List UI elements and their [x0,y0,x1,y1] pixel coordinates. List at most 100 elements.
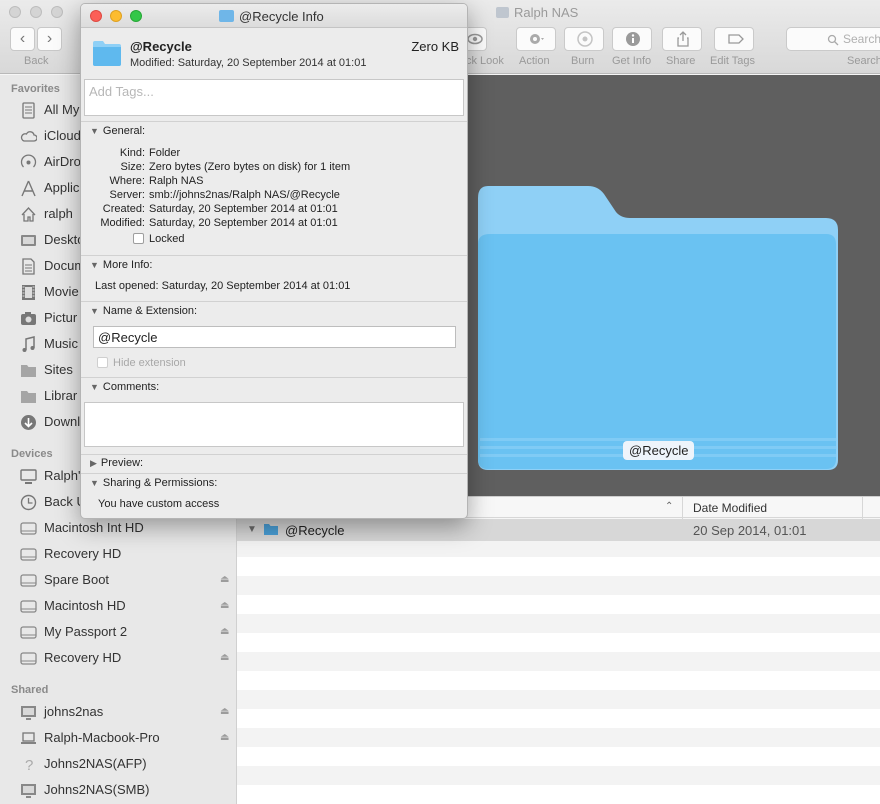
sidebar-item-shr-3[interactable]: Johns2NAS(SMB) [0,779,236,803]
comments-section-header[interactable]: ▼ Comments: [90,381,159,393]
sidebar-item-label: Deskto [44,232,85,247]
chevron-left-icon: ‹ [19,30,26,47]
disclosure-triangle-icon[interactable]: ▼ [90,382,99,392]
sidebar-item-label: Applic [44,180,80,195]
sidebar-item-label: Docum [44,258,86,273]
disclosure-triangle-icon[interactable]: ▼ [90,260,99,270]
disk-icon [20,652,37,665]
eject-icon[interactable]: ⏏ [220,600,229,611]
sidebar-item-dev-6[interactable]: My Passport 2 ⏏ [0,621,236,645]
general-section-header[interactable]: ▼ General: [90,125,145,137]
locked-label: Locked [149,233,185,245]
disk-icon [20,574,37,587]
eject-icon[interactable]: ⏏ [220,626,229,637]
finder-title-text: Ralph NAS [514,5,579,20]
row-date: 20 Sep 2014, 01:01 [693,523,807,538]
edit-tags-button[interactable] [714,27,754,51]
row-name: @Recycle [285,523,345,538]
sidebar-item-dev-7[interactable]: Recovery HD ⏏ [0,647,236,671]
cloud-icon [20,131,37,142]
minimize-button[interactable] [110,10,122,22]
get-info-button[interactable] [612,27,652,51]
date-modified-header[interactable]: Date Modified [693,501,767,515]
disk-icon [20,522,37,535]
search-icon [827,34,839,46]
disclosure-triangle-icon[interactable]: ▼ [90,478,99,488]
sidebar-item-shr-0[interactable]: johns2nas ⏏ [0,701,236,725]
preview-section-header[interactable]: ▶ Preview: [90,457,143,469]
favorites-heading: Favorites [11,83,60,95]
sidebar-item-dev-5[interactable]: Macintosh HD ⏏ [0,595,236,619]
sidebar-item-label: Macintosh HD [44,598,126,613]
burn-icon [577,31,593,47]
eject-icon[interactable]: ⏏ [220,732,229,743]
sidebar-item-dev-2[interactable]: Macintosh Int HD [0,517,236,541]
name-extension-section-header[interactable]: ▼ Name & Extension: [90,305,197,317]
forward-button[interactable]: › [37,27,62,51]
sidebar-item-label: All My [44,102,80,117]
divider [81,121,467,122]
table-row[interactable]: ▼ @Recycle 20 Sep 2014, 01:01 [237,519,880,541]
search-label: Search [847,55,880,67]
finder-close-button[interactable] [9,6,21,18]
column-divider[interactable] [682,497,683,519]
action-label: Action [519,55,550,67]
disk-icon [20,548,37,561]
locked-checkbox[interactable] [133,233,144,244]
disk-icon [20,626,37,639]
eject-icon[interactable]: ⏏ [220,652,229,663]
hide-extension-checkbox[interactable] [97,357,108,368]
folder-icon [21,391,36,403]
close-button[interactable] [90,10,102,22]
airdrop-icon [20,154,37,168]
display-icon [21,784,36,798]
info-titlebar[interactable]: @Recycle Info [81,4,467,28]
sharing-section-header[interactable]: ▼ Sharing & Permissions: [90,477,217,489]
empty-row [237,766,880,785]
sharing-heading: Sharing & Permissions: [102,477,218,489]
documents-icon [22,258,35,275]
music-icon [22,336,35,352]
sidebar-item-shr-1[interactable]: Ralph-Macbook-Pro ⏏ [0,727,236,751]
disclosure-triangle-icon[interactable]: ▼ [247,524,257,535]
tag-icon [728,34,744,44]
tags-field[interactable]: Add Tags... [84,79,464,116]
info-title-text: @Recycle Info [239,9,324,24]
shared-heading: Shared [11,684,49,696]
large-folder-icon [478,186,838,470]
back-button[interactable]: ‹ [10,27,35,51]
sidebar-item-dev-3[interactable]: Recovery HD [0,543,236,567]
folder-icon [264,524,278,535]
comments-field[interactable] [84,402,464,447]
eject-icon[interactable]: ⏏ [220,706,229,717]
burn-button[interactable] [564,27,604,51]
home-icon [21,207,36,222]
finder-zoom-button[interactable] [51,6,63,18]
share-button[interactable] [662,27,702,51]
disclosure-triangle-icon[interactable]: ▼ [90,306,99,316]
finder-minimize-button[interactable] [30,6,42,18]
sidebar-item-label: My Passport 2 [44,624,128,639]
action-button[interactable] [516,27,556,51]
sidebar-item-label: Johns2NAS(AFP) [44,756,147,771]
column-divider[interactable] [862,497,863,519]
movies-icon [22,285,35,300]
sidebar-item-label: iCloud [44,128,81,143]
eject-icon[interactable]: ⏏ [220,574,229,585]
sidebar-item-label: Music [44,336,78,351]
sidebar-item-shr-2[interactable]: ? Johns2NAS(AFP) [0,753,236,777]
sidebar-item-label: Downl [44,414,81,429]
sidebar-item-label: Ralph' [44,468,81,483]
detail-value: smb://johns2nas/Ralph NAS/@Recycle [149,189,340,201]
sidebar-item-label: Ralph-Macbook-Pro [44,730,160,745]
last-opened: Last opened: Saturday, 20 September 2014… [95,280,351,292]
zoom-button[interactable] [130,10,142,22]
sort-indicator-icon[interactable]: ⌃ [665,501,673,512]
sidebar-item-label: Recovery HD [44,650,122,665]
name-field[interactable]: @Recycle [93,326,456,348]
applications-icon [21,180,36,197]
more-info-section-header[interactable]: ▼ More Info: [90,259,152,271]
disclosure-triangle-icon[interactable]: ▼ [90,126,99,136]
disclosure-triangle-closed-icon[interactable]: ▶ [90,458,97,468]
sidebar-item-dev-4[interactable]: Spare Boot ⏏ [0,569,236,593]
